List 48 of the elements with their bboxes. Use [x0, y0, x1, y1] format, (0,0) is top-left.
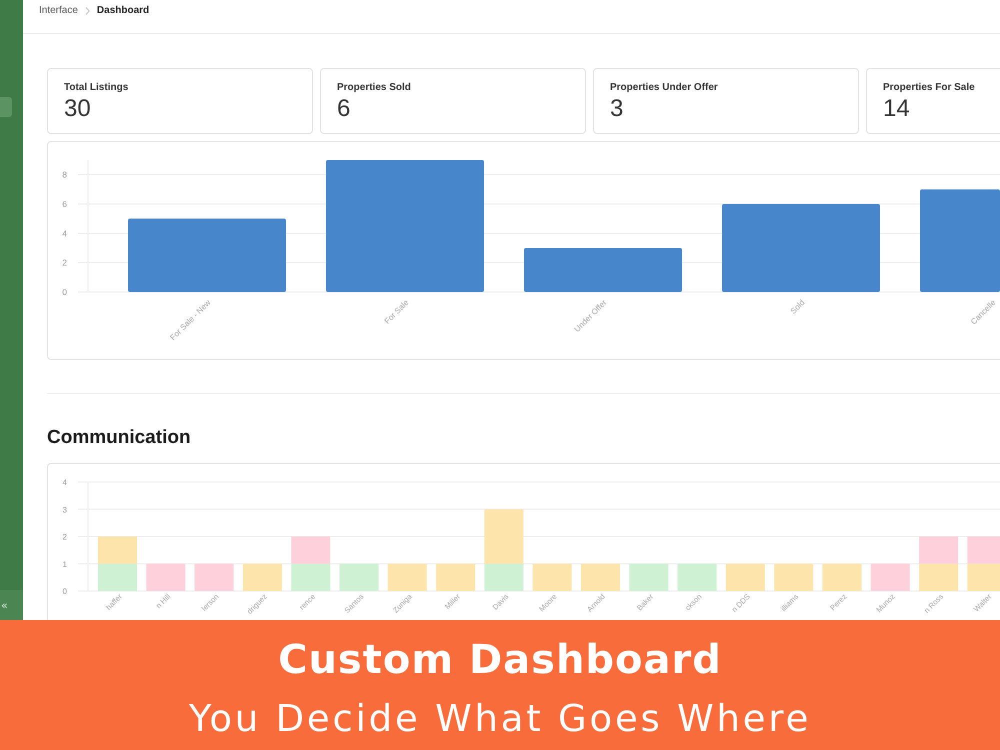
- bar-segment: [98, 564, 137, 591]
- axis-tick-label: 4: [62, 228, 67, 238]
- bar-segment: [967, 536, 1000, 564]
- bar-segment: [532, 564, 572, 591]
- bar-segment: [822, 564, 862, 591]
- stat-label: Total Listings: [64, 81, 130, 95]
- bar-segment: [919, 536, 958, 564]
- axis-tick-label: 4: [62, 478, 67, 487]
- axis-tick-label: 3: [62, 505, 67, 514]
- bar-segment: [967, 564, 1000, 591]
- axis-tick-label: 8: [62, 170, 67, 180]
- bar-segment: [291, 564, 330, 591]
- breadcrumb-current: Dashboard: [96, 4, 150, 18]
- banner-subtitle: You Decide What Goes Where: [188, 696, 812, 742]
- bar-segment: [146, 564, 186, 591]
- bar-segment: [629, 564, 668, 591]
- sidebar-item[interactable]: [0, 97, 12, 117]
- axis-tick-label: 1: [62, 560, 67, 569]
- bar-segment: [436, 564, 476, 591]
- axis-tick-label: 2: [62, 258, 67, 268]
- stat-label: Properties Under Offer: [610, 81, 719, 95]
- banner-title: Custom Dashboard: [278, 636, 722, 684]
- bar-segment: [388, 564, 427, 591]
- breadcrumb-link[interactable]: Interface: [39, 4, 78, 18]
- bar-segment: [98, 536, 137, 564]
- stat-label: Properties For Sale: [883, 81, 976, 95]
- axis-tick-label: 6: [62, 199, 67, 209]
- axis-tick-label: 0: [62, 287, 67, 297]
- bar-segment: [291, 536, 330, 564]
- axis-tick-label: 2: [62, 532, 67, 542]
- bar-segment: [774, 564, 814, 591]
- bar-segment: [919, 564, 958, 591]
- axis-tick-label: 0: [62, 587, 67, 596]
- section-heading: Communication: [47, 426, 191, 450]
- bar-segment: [870, 564, 910, 591]
- stat-value: 30: [64, 95, 92, 123]
- stat-label: Properties Sold: [337, 81, 412, 95]
- bar-segment: [340, 564, 378, 591]
- bar-segment: [242, 564, 282, 591]
- bar-segment: [726, 564, 765, 591]
- stat-value: 14: [883, 95, 911, 123]
- bar-segment: [581, 564, 620, 591]
- bar-segment: [678, 564, 717, 591]
- bar-segment: [194, 564, 234, 591]
- stat-value: 3: [610, 95, 624, 123]
- stat-value: 6: [337, 95, 352, 123]
- category-label: For Sale: [382, 298, 410, 326]
- chevron-right-icon: [84, 7, 90, 15]
